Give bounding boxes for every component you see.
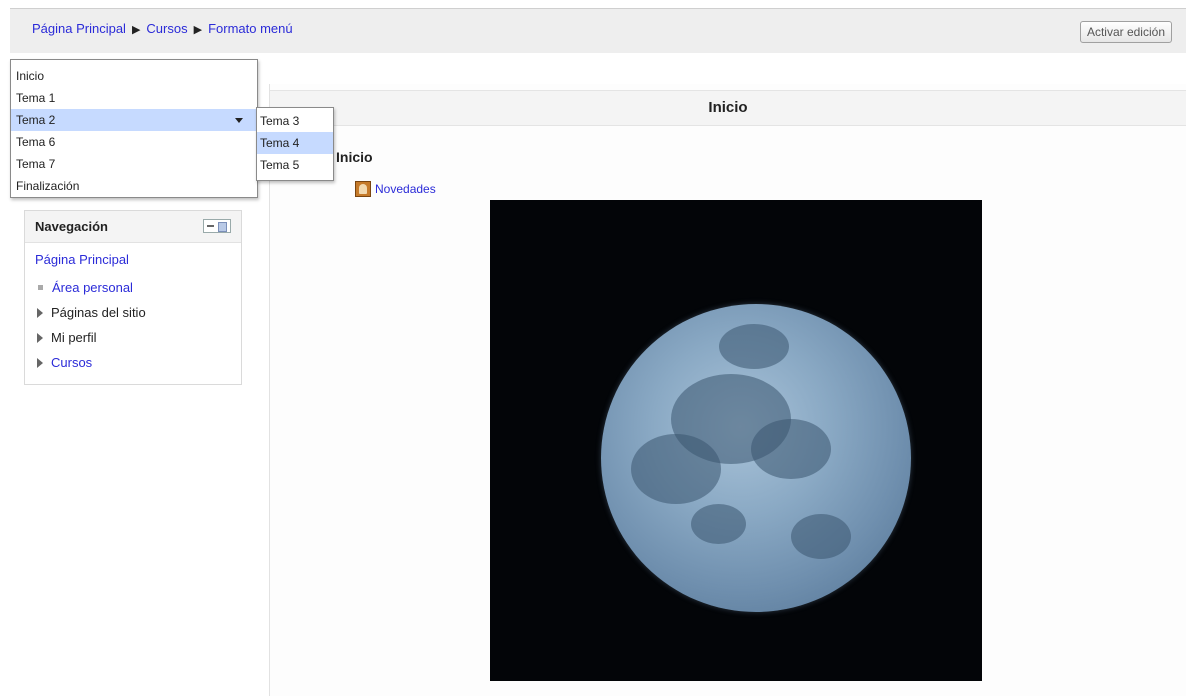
navigation-block-body: Página Principal Área personal Páginas d… (25, 243, 241, 384)
breadcrumb-separator-icon: ▶ (131, 24, 141, 36)
breadcrumb-separator-icon: ▶ (193, 24, 203, 36)
navigation-block-header: Navegación (25, 211, 241, 243)
navbar: Página Principal ▶ Cursos ▶ Formato menú Act… (10, 9, 1186, 53)
moon-mare (691, 504, 746, 544)
caret-down-icon (235, 118, 243, 123)
menu-item-tema-7[interactable]: Tema 7 (11, 153, 257, 175)
menu-item-label: Tema 2 (16, 113, 56, 127)
moon-mare (719, 324, 789, 369)
moon-mare (751, 419, 831, 479)
dock-block-icon[interactable] (203, 219, 231, 233)
menu-item-tema-6[interactable]: Tema 6 (11, 131, 257, 153)
nav-item-paginas-sitio[interactable]: Páginas del sitio (35, 300, 231, 325)
nav-item-label: Páginas del sitio (51, 305, 146, 320)
section-header: Inicio (270, 90, 1186, 126)
breadcrumb: Página Principal ▶ Cursos ▶ Formato menú (32, 21, 293, 36)
nav-item-label: Mi perfil (51, 330, 97, 345)
nav-item-area-personal[interactable]: Área personal (35, 275, 231, 300)
section-name: Inicio (336, 149, 373, 165)
expand-arrow-icon[interactable] (37, 332, 43, 343)
navigation-block: Navegación Página Principal Área persona… (24, 210, 242, 385)
forum-icon (355, 181, 371, 197)
section-header-title: Inicio (708, 99, 748, 116)
navigation-title: Navegación (35, 219, 108, 234)
activity-forum[interactable]: Novedades (355, 181, 436, 197)
moon-mare (631, 434, 721, 504)
nav-item-mi-perfil[interactable]: Mi perfil (35, 325, 231, 350)
nav-item-label[interactable]: Área personal (52, 280, 133, 295)
section-menu: Inicio Tema 1 Tema 2 Tema 6 Tema 7 Final… (10, 59, 258, 198)
section-submenu: Tema 3 Tema 4 Tema 5 (256, 107, 334, 181)
moon-mare (791, 514, 851, 559)
activity-forum-link[interactable]: Novedades (375, 182, 436, 196)
submenu-item-tema-5[interactable]: Tema 5 (257, 154, 333, 176)
menu-item-tema-1[interactable]: Tema 1 (11, 87, 257, 109)
breadcrumb-home-link[interactable]: Página Principal (32, 21, 126, 36)
moon (601, 304, 911, 612)
breadcrumb-courses-link[interactable]: Cursos (146, 21, 187, 36)
bullet-icon (38, 285, 43, 290)
toggle-editing-button[interactable]: Activar edición (1079, 21, 1172, 43)
menu-item-inicio[interactable]: Inicio (11, 65, 257, 87)
nav-item-cursos[interactable]: Cursos (35, 350, 231, 375)
breadcrumb-current-link[interactable]: Formato menú (208, 21, 293, 36)
expand-arrow-icon[interactable] (37, 357, 43, 368)
expand-arrow-icon[interactable] (37, 307, 43, 318)
nav-item-label[interactable]: Cursos (51, 355, 92, 370)
menu-item-tema-2[interactable]: Tema 2 (11, 109, 257, 131)
menu-item-finalizacion[interactable]: Finalización (11, 175, 257, 197)
submenu-item-tema-4[interactable]: Tema 4 (257, 132, 333, 154)
nav-home-link[interactable]: Página Principal (35, 252, 231, 267)
submenu-item-tema-3[interactable]: Tema 3 (257, 110, 333, 132)
moon-image (490, 200, 982, 681)
